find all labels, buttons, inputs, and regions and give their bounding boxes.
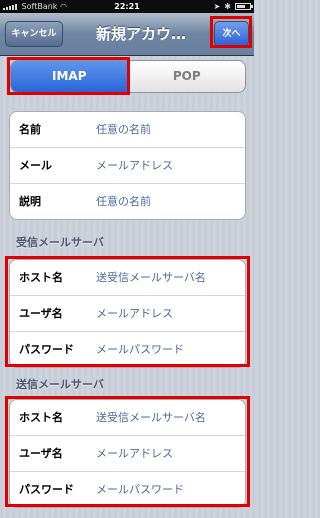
segment-pop[interactable]: POP <box>127 61 245 92</box>
outgoing-host-field[interactable]: 送受信メールサーバ名 <box>96 400 206 435</box>
incoming-server-header: 受信メールサーバ <box>16 236 104 249</box>
outgoing-password-row[interactable]: パスワード メールパスワード <box>10 472 245 507</box>
page-title: 新規アカウ… <box>95 25 186 43</box>
description-label: 説明 <box>19 195 41 208</box>
bluetooth-icon: ✱ <box>224 2 231 11</box>
battery-icon <box>235 3 253 10</box>
incoming-password-row[interactable]: パスワード メールパスワード <box>10 332 245 367</box>
email-label: メール <box>19 159 52 172</box>
incoming-server-group: ホスト名 送受信メールサーバ名 ユーザ名 メールアドレス パスワード メールパス… <box>9 259 246 368</box>
outgoing-username-label: ユーザ名 <box>19 447 63 460</box>
incoming-host-field[interactable]: 送受信メールサーバ名 <box>96 260 206 295</box>
outgoing-password-field[interactable]: メールパスワード <box>96 472 184 507</box>
next-button[interactable]: 次へ <box>214 21 249 47</box>
name-label: 名前 <box>19 123 41 136</box>
outgoing-username-field[interactable]: メールアドレス <box>96 436 173 471</box>
outgoing-server-header: 送信メールサーバ <box>16 378 104 391</box>
incoming-password-label: パスワード <box>19 343 74 356</box>
account-info-group: 名前 任意の名前 メール メールアドレス 説明 任意の名前 <box>9 111 246 220</box>
incoming-username-field[interactable]: メールアドレス <box>96 296 173 331</box>
outgoing-username-row[interactable]: ユーザ名 メールアドレス <box>10 436 245 472</box>
description-field[interactable]: 任意の名前 <box>96 184 151 219</box>
description-row[interactable]: 説明 任意の名前 <box>10 184 245 219</box>
outgoing-host-label: ホスト名 <box>19 411 63 424</box>
account-type-segmented-control: IMAP POP <box>10 60 246 93</box>
email-row[interactable]: メール メールアドレス <box>10 148 245 184</box>
name-field[interactable]: 任意の名前 <box>96 112 151 147</box>
location-icon: ➤ <box>213 2 221 11</box>
navigation-bar: キャンセル 新規アカウ… 次へ <box>0 13 254 56</box>
incoming-host-row[interactable]: ホスト名 送受信メールサーバ名 <box>10 260 245 296</box>
incoming-host-label: ホスト名 <box>19 271 63 284</box>
status-bar: SoftBank ◠ 22:21 ➤ ✱ <box>0 0 254 13</box>
email-field[interactable]: メールアドレス <box>96 148 173 183</box>
incoming-password-field[interactable]: メールパスワード <box>96 332 184 367</box>
incoming-username-row[interactable]: ユーザ名 メールアドレス <box>10 296 245 332</box>
segment-imap[interactable]: IMAP <box>11 61 128 92</box>
outgoing-host-row[interactable]: ホスト名 送受信メールサーバ名 <box>10 400 245 436</box>
cancel-button[interactable]: キャンセル <box>5 21 63 47</box>
incoming-username-label: ユーザ名 <box>19 307 63 320</box>
name-row[interactable]: 名前 任意の名前 <box>10 112 245 148</box>
outgoing-server-group: ホスト名 送受信メールサーバ名 ユーザ名 メールアドレス パスワード メールパス… <box>9 399 246 508</box>
outgoing-password-label: パスワード <box>19 483 74 496</box>
